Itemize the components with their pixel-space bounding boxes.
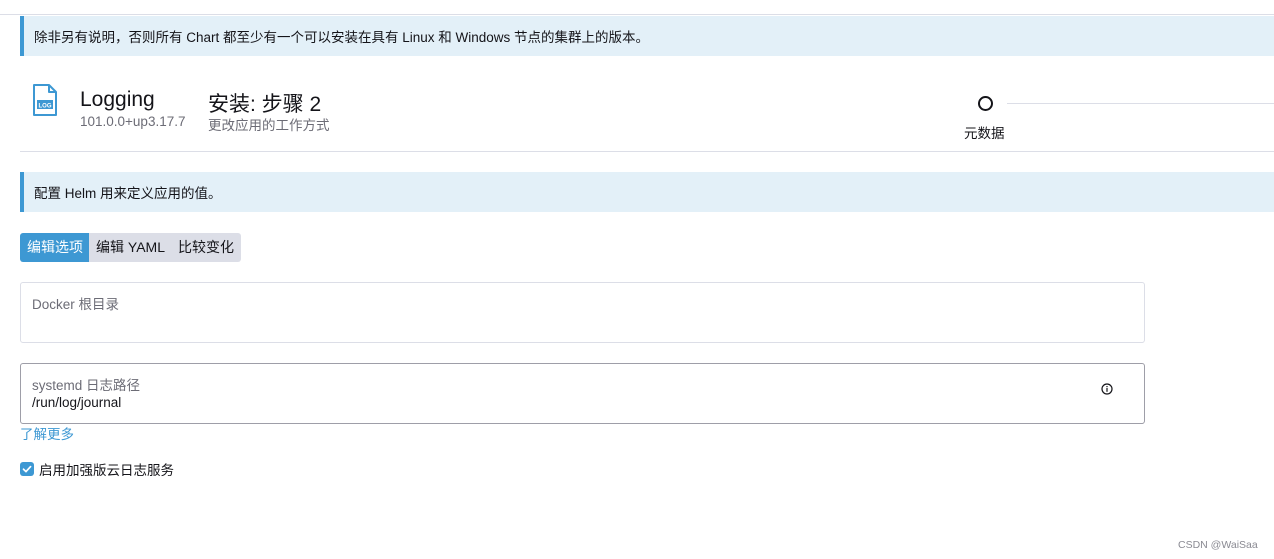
top-divider (0, 14, 1274, 15)
enhanced-logging-label: 启用加强版云日志服务 (39, 463, 174, 478)
docker-root-field[interactable]: Docker 根目录 (20, 282, 1145, 343)
systemd-log-path-input[interactable] (32, 395, 1072, 410)
tab-edit-yaml[interactable]: 编辑 YAML (89, 233, 172, 262)
docker-root-input[interactable] (32, 314, 1072, 329)
os-support-banner: 除非另有说明，否则所有 Chart 都至少有一个可以安装在具有 Linux 和 … (20, 16, 1274, 56)
helm-values-text: 配置 Helm 用来定义应用的值。 (34, 186, 222, 201)
systemd-log-path-label: systemd 日志路径 (32, 378, 141, 393)
enhanced-logging-option[interactable]: 启用加强版云日志服务 (20, 459, 174, 479)
step-subtitle: 更改应用的工作方式 (208, 118, 330, 133)
watermark: CSDN @WaiSaa (1178, 539, 1258, 551)
enhanced-logging-checkbox[interactable] (20, 462, 34, 476)
stepper-line (1007, 103, 1274, 104)
os-support-text: 除非另有说明，否则所有 Chart 都至少有一个可以安装在具有 Linux 和 … (34, 30, 650, 45)
info-icon[interactable] (1101, 383, 1113, 395)
stepper-metadata-circle[interactable] (978, 96, 993, 111)
helm-values-banner: 配置 Helm 用来定义应用的值。 (20, 172, 1274, 212)
learn-more-link[interactable]: 了解更多 (20, 423, 74, 443)
checkmark-icon (22, 465, 32, 473)
log-file-icon: LOG (33, 84, 57, 116)
tab-edit-options[interactable]: 编辑选项 (20, 233, 89, 262)
docker-root-label: Docker 根目录 (32, 297, 120, 312)
edit-mode-tabs: 编辑选项 编辑 YAML 比较变化 (20, 233, 241, 262)
log-icon-text: LOG (39, 104, 52, 110)
systemd-log-path-field[interactable]: systemd 日志路径 (20, 363, 1145, 424)
stepper-metadata-label[interactable]: 元数据 (964, 122, 1005, 142)
app-name: Logging (80, 88, 155, 111)
app-version: 101.0.0+up3.17.7 (80, 114, 186, 129)
install-header: LOG Logging 101.0.0+up3.17.7 安装: 步骤 2 更改… (20, 78, 1274, 152)
tab-compare-changes[interactable]: 比较变化 (171, 233, 241, 262)
